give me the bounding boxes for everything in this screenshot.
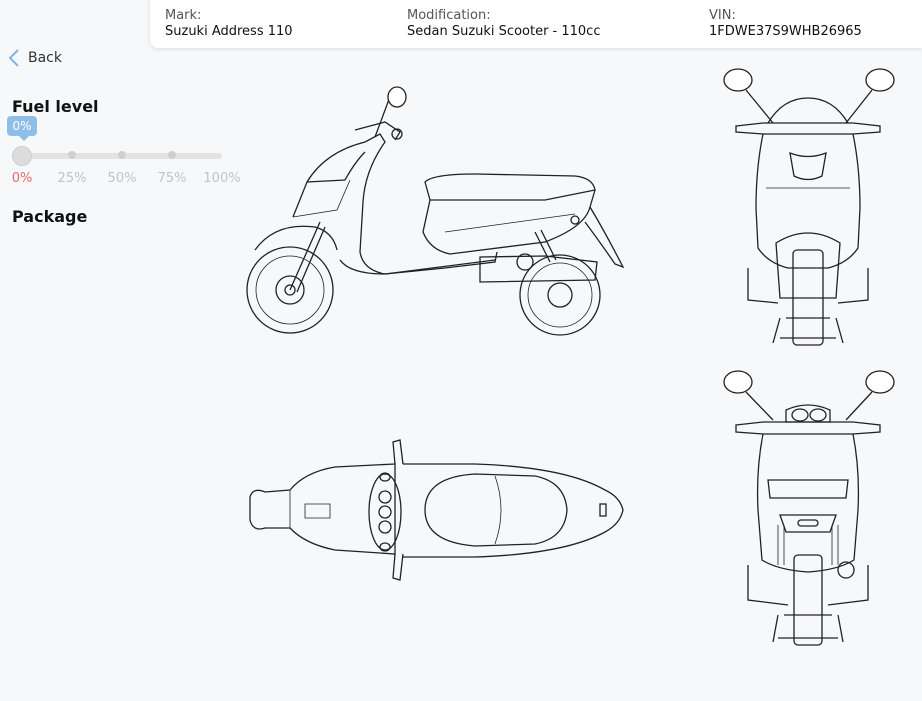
mark-field: Mark: Suzuki Address 110 [165, 8, 293, 40]
slider-thumb[interactable] [12, 146, 32, 166]
vin-field: VIN: 1FDWE37S9WHB26965 [709, 8, 862, 40]
slider-track[interactable] [12, 153, 222, 159]
modification-label: Modification: [407, 8, 491, 23]
scooter-rear-view[interactable] [718, 370, 898, 652]
modification-value: Sedan Suzuki Scooter - 110cc [407, 24, 601, 39]
vin-value: 1FDWE37S9WHB26965 [709, 24, 862, 39]
vehicle-info-bar: Mark: Suzuki Address 110 Modification: S… [150, 0, 922, 48]
tick-label-100: 100% [203, 171, 241, 186]
scooter-top-view[interactable] [245, 432, 625, 592]
back-button[interactable]: Back [8, 48, 62, 68]
fuel-level-slider[interactable]: 0% 0% 25% 50% 75% 100% [7, 116, 242, 186]
fuel-level-value-badge: 0% [7, 116, 37, 141]
mark-label: Mark: [165, 8, 202, 23]
package-title: Package [12, 207, 88, 226]
scooter-side-view[interactable] [245, 82, 625, 337]
slider-step-dot [68, 151, 76, 159]
vin-label: VIN: [709, 8, 736, 23]
mark-value: Suzuki Address 110 [165, 24, 293, 39]
tick-label-25: 25% [57, 171, 87, 186]
modification-field: Modification: Sedan Suzuki Scooter - 110… [407, 8, 600, 40]
tick-label-75: 75% [157, 171, 187, 186]
tick-label-50: 50% [107, 171, 137, 186]
slider-step-dot [168, 151, 176, 159]
fuel-level-title: Fuel level [12, 97, 99, 116]
scooter-front-view[interactable] [718, 68, 898, 350]
slider-step-dot [118, 151, 126, 159]
chevron-left-icon [8, 49, 19, 67]
tick-label-0: 0% [11, 171, 33, 186]
back-label: Back [28, 50, 62, 66]
